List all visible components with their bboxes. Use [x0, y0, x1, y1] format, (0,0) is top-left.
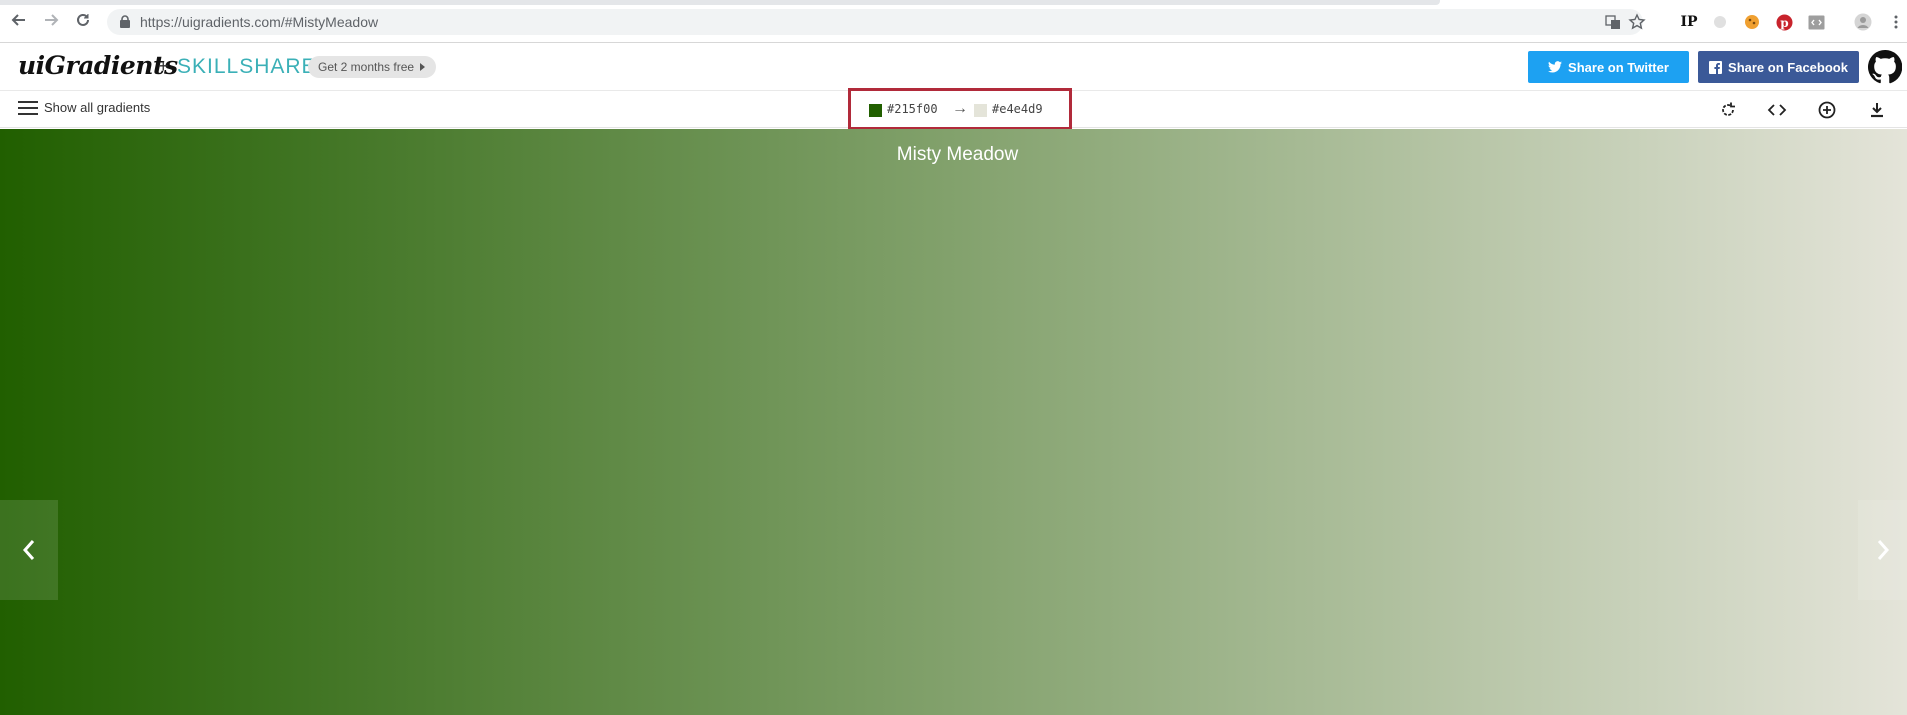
- kebab-menu-icon[interactable]: [1887, 13, 1905, 31]
- show-all-gradients-button[interactable]: Show all gradients: [18, 100, 150, 115]
- pinterest-icon[interactable]: p: [1775, 13, 1793, 31]
- github-icon[interactable]: [1868, 50, 1902, 84]
- previous-gradient-button[interactable]: [0, 500, 58, 600]
- next-gradient-button[interactable]: [1858, 500, 1907, 600]
- tab-strip: [0, 0, 1440, 5]
- code-extension-icon[interactable]: [1807, 13, 1825, 31]
- profile-avatar-icon[interactable]: [1854, 13, 1872, 31]
- bookmark-star-icon[interactable]: [1628, 13, 1646, 31]
- share-facebook-button[interactable]: Share on Facebook: [1698, 51, 1859, 83]
- page: https://uigradients.com/#MistyMeadow IP …: [0, 0, 1907, 715]
- code-icon[interactable]: [1767, 100, 1787, 120]
- share-facebook-label: Share on Facebook: [1728, 59, 1848, 75]
- gradient-preview: Misty Meadow: [0, 129, 1907, 715]
- promo-label: Get 2 months free: [318, 60, 415, 74]
- gradient-name: Misty Meadow: [896, 144, 1019, 165]
- translate-icon[interactable]: [1604, 13, 1622, 31]
- end-color-swatch[interactable]: [974, 104, 987, 117]
- color-codes-highlight: #215f00 → #e4e4d9: [848, 88, 1072, 130]
- reload-icon[interactable]: [74, 11, 92, 29]
- promo-badge[interactable]: Get 2 months free: [308, 56, 437, 78]
- skillshare-logo[interactable]: SKILLSHARE: [177, 55, 317, 79]
- lock-icon: [120, 15, 130, 28]
- gradient-direction-arrow: →: [952, 100, 968, 117]
- start-color-hex[interactable]: #215f00: [887, 102, 938, 116]
- chevron-right-icon: [1877, 540, 1889, 560]
- show-all-gradients-label: Show all gradients: [44, 100, 151, 115]
- plus-sign: +: [158, 56, 169, 76]
- forward-arrow-icon[interactable]: [42, 11, 60, 29]
- address-bar[interactable]: https://uigradients.com/#MistyMeadow: [107, 9, 1646, 35]
- share-twitter-label: Share on Twitter: [1568, 59, 1669, 75]
- site-header: uiGradients + SKILLSHARE Get 2 months fr…: [0, 44, 1907, 91]
- url-text[interactable]: https://uigradients.com/#MistyMeadow: [140, 14, 378, 30]
- back-arrow-icon[interactable]: [10, 11, 28, 29]
- rotate-icon[interactable]: [1718, 100, 1738, 120]
- facebook-icon: [1709, 60, 1723, 74]
- hamburger-menu-icon: [18, 100, 38, 115]
- add-icon[interactable]: [1817, 100, 1837, 120]
- svg-text:p: p: [1780, 16, 1788, 30]
- cookie-extension-icon[interactable]: [1743, 13, 1761, 31]
- chevron-left-icon: [22, 540, 35, 560]
- ip-extension-icon[interactable]: IP: [1680, 13, 1698, 31]
- twitter-icon: [1548, 61, 1563, 73]
- share-twitter-button[interactable]: Share on Twitter: [1528, 51, 1689, 83]
- start-color-swatch[interactable]: [869, 104, 882, 117]
- download-icon[interactable]: [1867, 100, 1887, 120]
- end-color-hex[interactable]: #e4e4d9: [992, 102, 1043, 116]
- circle-extension-icon[interactable]: [1711, 13, 1729, 31]
- site-logo[interactable]: uiGradients: [18, 51, 178, 80]
- browser-toolbar: https://uigradients.com/#MistyMeadow IP …: [0, 0, 1907, 43]
- caret-right-icon: [420, 63, 426, 71]
- gradient-toolbar: Show all gradients #215f00 → #e4e4d9: [0, 88, 1907, 130]
